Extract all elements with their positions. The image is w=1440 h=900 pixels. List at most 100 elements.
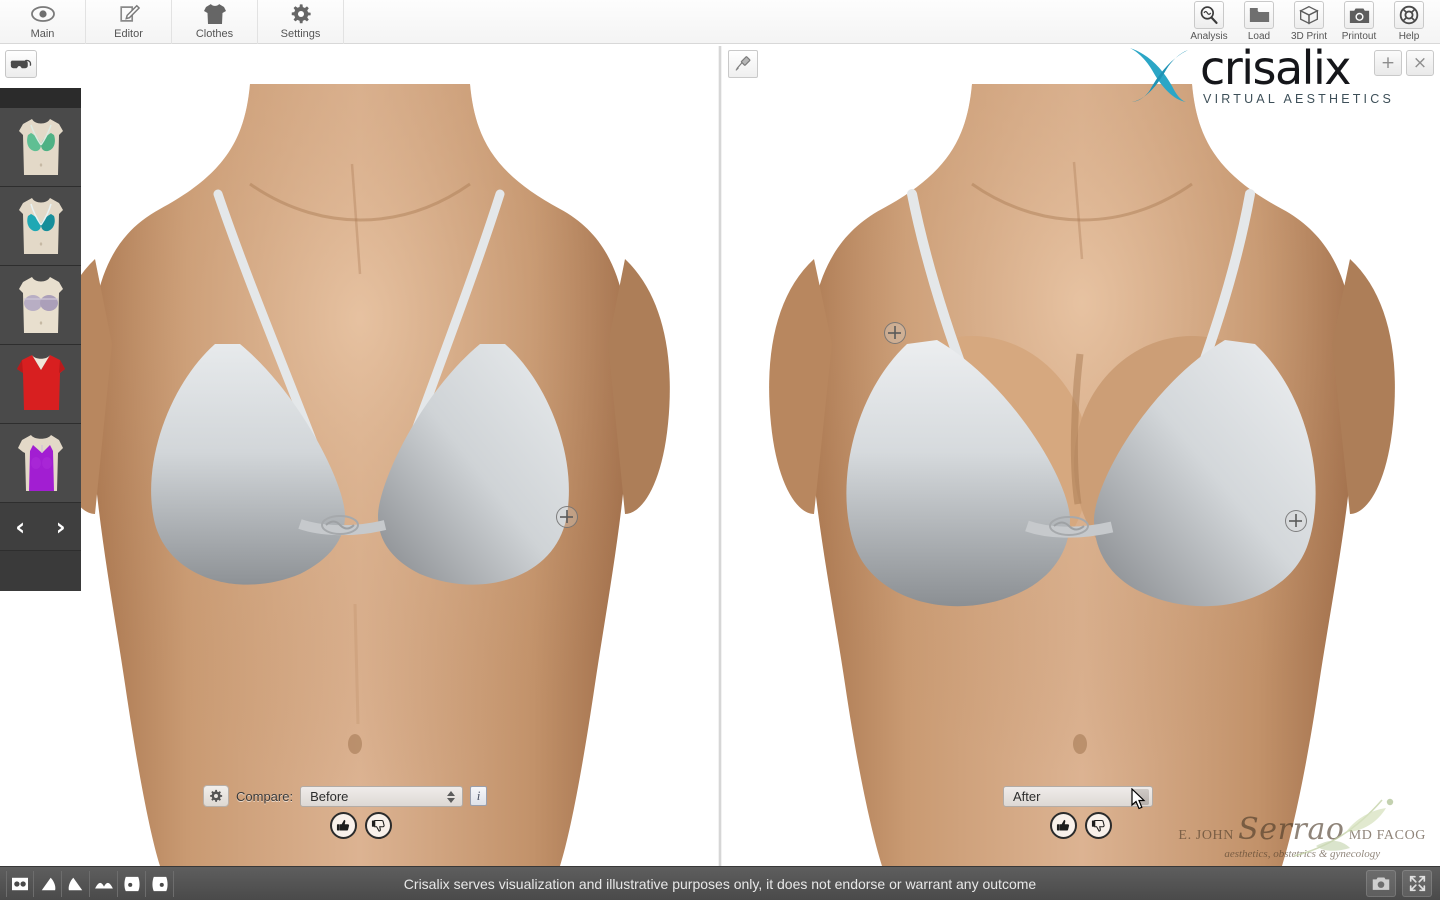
crisalix-x-icon bbox=[1130, 48, 1189, 102]
thumbs-up-button-after[interactable] bbox=[1050, 812, 1077, 839]
fullscreen-button[interactable] bbox=[1402, 870, 1432, 897]
vr-goggles-icon bbox=[10, 59, 32, 69]
toolbar-left-group: Main Editor Clothes Settings bbox=[0, 0, 344, 44]
gear-icon bbox=[288, 1, 314, 27]
fullscreen-icon bbox=[1409, 875, 1425, 892]
thumbs-up-icon bbox=[336, 819, 350, 831]
edit-pencil-icon bbox=[116, 1, 142, 27]
compare-settings-button[interactable] bbox=[203, 785, 229, 807]
marker-handle-right-2[interactable] bbox=[1285, 510, 1307, 532]
tool-editor-label: Editor bbox=[114, 28, 143, 40]
compare-bar-after: After bbox=[1003, 786, 1153, 807]
snapshot-button[interactable] bbox=[1366, 870, 1396, 897]
clothes-sidebar: ‹ › bbox=[0, 88, 81, 591]
compare-select-after[interactable]: After bbox=[1003, 786, 1153, 807]
tool-3dprint-button[interactable]: 3D Print bbox=[1284, 0, 1334, 44]
thumbnail-lilac-bra bbox=[18, 277, 63, 333]
sidebar-footer bbox=[0, 551, 81, 591]
thumbs-up-button-before[interactable] bbox=[330, 812, 357, 839]
lifering-icon bbox=[1394, 1, 1424, 29]
thumbnail-teal-bikini-top bbox=[18, 198, 63, 254]
vote-row-before bbox=[330, 812, 392, 839]
viewport-after[interactable] bbox=[722, 44, 1440, 866]
view-front-button[interactable] bbox=[6, 871, 34, 897]
sidebar-item-red-vneck-top[interactable] bbox=[0, 345, 81, 424]
chevron-updown-icon bbox=[443, 789, 458, 806]
info-button[interactable]: i bbox=[470, 786, 488, 806]
thumbnail-red-vneck-top bbox=[16, 355, 65, 410]
tool-settings-button[interactable]: Settings bbox=[258, 0, 344, 44]
tool-clothes-button[interactable]: Clothes bbox=[172, 0, 258, 44]
view-right-oblique-button[interactable] bbox=[62, 871, 90, 897]
model-render-before bbox=[0, 44, 718, 866]
view-three-quarter-left-icon bbox=[123, 876, 140, 892]
vote-row-after bbox=[1050, 812, 1112, 839]
crisalix-logo: crisalix VIRTUAL AESTHETICS bbox=[1122, 44, 1394, 106]
view-top-button[interactable] bbox=[90, 871, 118, 897]
camera-icon bbox=[1344, 1, 1374, 29]
gear-icon bbox=[210, 789, 223, 802]
compare-select-before-value: Before bbox=[310, 788, 349, 804]
thumbnail-purple-tank-top bbox=[17, 435, 63, 491]
folder-icon bbox=[1244, 1, 1274, 29]
window-controls: + × bbox=[1374, 50, 1434, 76]
marker-handle-right[interactable] bbox=[884, 322, 906, 344]
disclaimer-text: Crisalix serves visualization and illust… bbox=[403, 876, 1037, 892]
tool-editor-button[interactable]: Editor bbox=[86, 0, 172, 44]
view-front-icon bbox=[12, 877, 28, 891]
marker-handle-left[interactable] bbox=[556, 506, 578, 528]
logo-wordmark: crisalix bbox=[1200, 40, 1351, 95]
thumbs-down-button-after[interactable] bbox=[1085, 812, 1112, 839]
view-three-quarter-right-button[interactable] bbox=[146, 871, 174, 897]
syringe-tool-button[interactable] bbox=[728, 50, 758, 78]
viewport-before[interactable] bbox=[0, 44, 718, 866]
tool-analysis-button[interactable]: Analysis bbox=[1184, 0, 1234, 44]
snapshot-camera-icon bbox=[1372, 877, 1390, 890]
viewport-divider[interactable] bbox=[718, 46, 722, 866]
add-button[interactable]: + bbox=[1374, 50, 1402, 76]
tool-main-button[interactable]: Main bbox=[0, 0, 86, 44]
view-three-quarter-right-icon bbox=[151, 876, 168, 892]
toolbar-right-group: Analysis Load 3D Print Printout Help bbox=[1184, 0, 1434, 44]
view-right-oblique-icon bbox=[68, 877, 82, 891]
tool-main-label: Main bbox=[30, 28, 55, 40]
compare-select-before[interactable]: Before bbox=[300, 785, 464, 807]
tool-help-label: Help bbox=[1398, 31, 1420, 42]
view-left-oblique-icon bbox=[41, 877, 55, 891]
syringe-icon bbox=[735, 56, 751, 71]
close-button[interactable]: × bbox=[1406, 50, 1434, 76]
tool-settings-label: Settings bbox=[280, 28, 321, 40]
thumbs-down-icon bbox=[371, 819, 385, 832]
sidebar-item-lilac-bra[interactable] bbox=[0, 266, 81, 345]
sidebar-item-green-bikini-top[interactable] bbox=[0, 108, 81, 187]
view-top-icon bbox=[94, 882, 113, 889]
sidebar-pagination: ‹ › bbox=[0, 503, 81, 551]
tool-printout-button[interactable]: Printout bbox=[1334, 0, 1384, 44]
tool-load-button[interactable]: Load bbox=[1234, 0, 1284, 44]
vr-view-button[interactable] bbox=[5, 50, 37, 78]
tshirt-icon bbox=[202, 1, 228, 27]
sidebar-prev-button[interactable]: ‹ bbox=[15, 515, 25, 539]
eye-icon bbox=[30, 1, 56, 27]
compare-label: Compare: bbox=[236, 788, 294, 804]
compare-select-after-value: After bbox=[1013, 789, 1041, 804]
magnifier-waveform-icon bbox=[1194, 1, 1224, 29]
compare-bar-before: Compare: Before i bbox=[203, 785, 488, 807]
sidebar-next-button[interactable]: › bbox=[56, 515, 66, 539]
top-toolbar: Main Editor Clothes Settings Analysis Lo… bbox=[0, 0, 1440, 44]
bottom-right-tools bbox=[1366, 870, 1432, 897]
chevron-down-icon bbox=[1132, 789, 1149, 805]
cube-icon bbox=[1294, 1, 1324, 29]
sidebar-item-teal-bikini-top[interactable] bbox=[0, 187, 81, 266]
view-three-quarter-left-button[interactable] bbox=[118, 871, 146, 897]
logo-tagline: VIRTUAL AESTHETICS bbox=[1203, 91, 1394, 106]
thumbs-down-button-before[interactable] bbox=[365, 812, 392, 839]
thumbs-up-icon bbox=[1056, 819, 1070, 831]
view-angle-buttons bbox=[6, 871, 174, 897]
tool-clothes-label: Clothes bbox=[195, 28, 234, 40]
view-left-oblique-button[interactable] bbox=[34, 871, 62, 897]
bottom-toolbar: Crisalix serves visualization and illust… bbox=[0, 866, 1440, 900]
crisalix-application: Main Editor Clothes Settings Analysis Lo… bbox=[0, 0, 1440, 900]
tool-help-button[interactable]: Help bbox=[1384, 0, 1434, 44]
sidebar-item-purple-tank-top[interactable] bbox=[0, 424, 81, 503]
